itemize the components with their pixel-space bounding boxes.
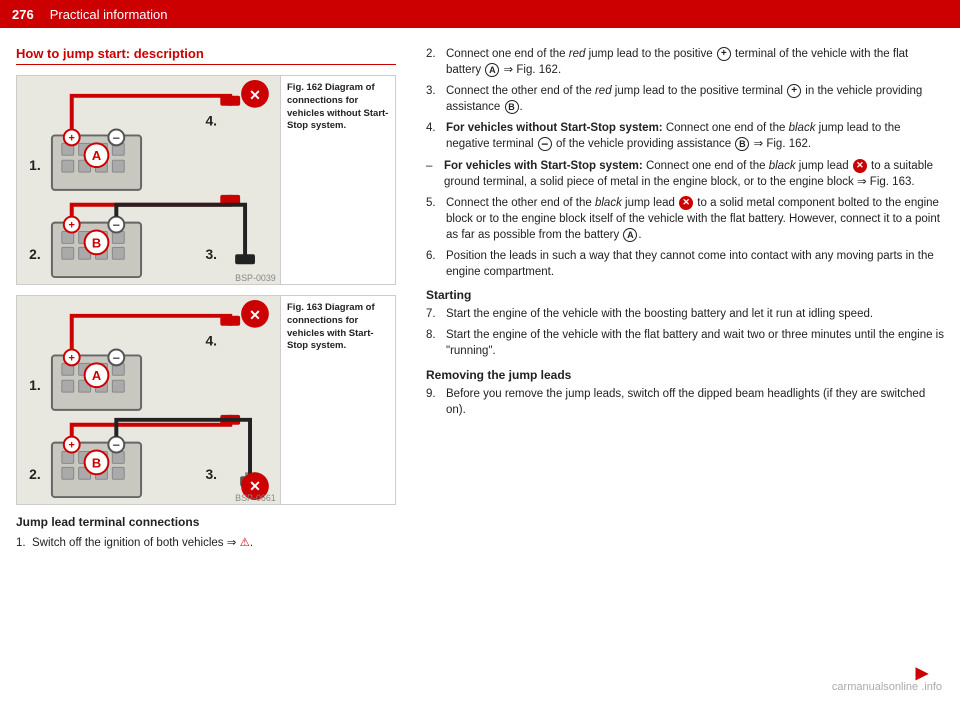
svg-text:✕: ✕ [249,87,261,103]
svg-text:3.: 3. [205,246,217,262]
svg-text:A: A [92,368,101,383]
step-4: 4. For vehicles without Start-Stop syste… [426,120,944,152]
step5-num: 5. [426,195,442,243]
step4-text: For vehicles without Start-Stop system: … [446,120,944,152]
svg-text:B: B [92,235,101,250]
step-9: 9. Before you remove the jump leads, swi… [426,386,944,418]
fig162-label: Fig. 162 Diagram of connections for vehi… [287,82,388,131]
step2-num: 2. [426,46,442,78]
svg-text:−: − [113,438,121,453]
section-title-left: How to jump start: description [16,46,396,65]
svg-text:2.: 2. [29,246,41,262]
steps-starting-list: 7. Start the engine of the vehicle with … [426,306,944,359]
step1-num: 1. [16,537,32,549]
svg-text:BSP-0039: BSP-0039 [235,273,276,283]
subsection-title-jump-lead: Jump lead terminal connections [16,515,396,529]
dash-sym: – [426,158,440,190]
step-7: 7. Start the engine of the vehicle with … [426,306,944,322]
page-number: 276 [12,7,34,22]
step-dash: – For vehicles with Start-Stop system: C… [426,158,944,190]
svg-text:4.: 4. [205,333,217,349]
svg-text:+: + [69,132,75,144]
svg-text:2.: 2. [29,466,41,482]
svg-text:BSP-0661: BSP-0661 [235,493,276,503]
steps-list: 2. Connect one end of the red jump lead … [426,46,944,153]
svg-text:−: − [113,218,121,233]
step9-num: 9. [426,386,442,418]
fig163-caption: Fig. 163 Diagram of connections for vehi… [280,296,395,504]
right-column: 2. Connect one end of the red jump lead … [416,46,944,691]
step6-num: 6. [426,248,442,280]
step-3: 3. Connect the other end of the red jump… [426,83,944,115]
fig162-caption: Fig. 162 Diagram of connections for vehi… [280,76,395,284]
step5-text: Connect the other end of the black jump … [446,195,944,243]
svg-text:3.: 3. [205,466,217,482]
svg-text:+: + [69,220,75,232]
continue-arrow: ▶ [916,663,928,683]
step7-text: Start the engine of the vehicle with the… [446,306,873,322]
step3-num: 3. [426,83,442,115]
svg-text:4.: 4. [205,113,217,129]
svg-text:+: + [69,440,75,452]
section-starting-heading: Starting [426,288,944,302]
step1-text: Switch off the ignition of both vehicles… [32,537,253,549]
svg-text:B: B [92,455,101,470]
steps-removing-list: 9. Before you remove the jump leads, swi… [426,386,944,418]
svg-text:+: + [69,352,75,364]
step-5: 5. Connect the other end of the black ju… [426,195,944,243]
step3-text: Connect the other end of the red jump le… [446,83,944,115]
step7-num: 7. [426,306,442,322]
svg-text:1.: 1. [29,377,41,393]
step6-text: Position the leads in such a way that th… [446,248,944,280]
step8-num: 8. [426,327,442,359]
step4-num: 4. [426,120,442,152]
step9-text: Before you remove the jump leads, switch… [446,386,944,418]
svg-text:✕: ✕ [249,478,261,494]
step1-item: 1. Switch off the ignition of both vehic… [16,535,396,551]
diagram-fig162: 1. 2. 3. 4. [16,75,396,285]
step2-text: Connect one end of the red jump lead to … [446,46,944,78]
section-removing-heading: Removing the jump leads [426,368,944,382]
step-8: 8. Start the engine of the vehicle with … [426,327,944,359]
step-6: 6. Position the leads in such a way that… [426,248,944,280]
step-2: 2. Connect one end of the red jump lead … [426,46,944,78]
svg-text:1.: 1. [29,157,41,173]
svg-text:−: − [113,130,121,145]
svg-text:✕: ✕ [249,307,261,323]
dash-text: For vehicles with Start-Stop system: Con… [444,158,944,190]
header-bar: 276 Practical information [0,0,960,28]
steps-list-2: 5. Connect the other end of the black ju… [426,195,944,280]
fig163-label: Fig. 163 Diagram of connections for vehi… [287,302,375,351]
diagram-fig163: 1. 2. 4. 3. + − [16,295,396,505]
step8-text: Start the engine of the vehicle with the… [446,327,944,359]
svg-text:A: A [92,148,101,163]
svg-text:−: − [113,350,121,365]
watermark: carmanualsonline .info [832,681,942,693]
left-column: How to jump start: description 1. 2. 3. … [16,46,396,691]
header-title: Practical information [50,7,168,22]
